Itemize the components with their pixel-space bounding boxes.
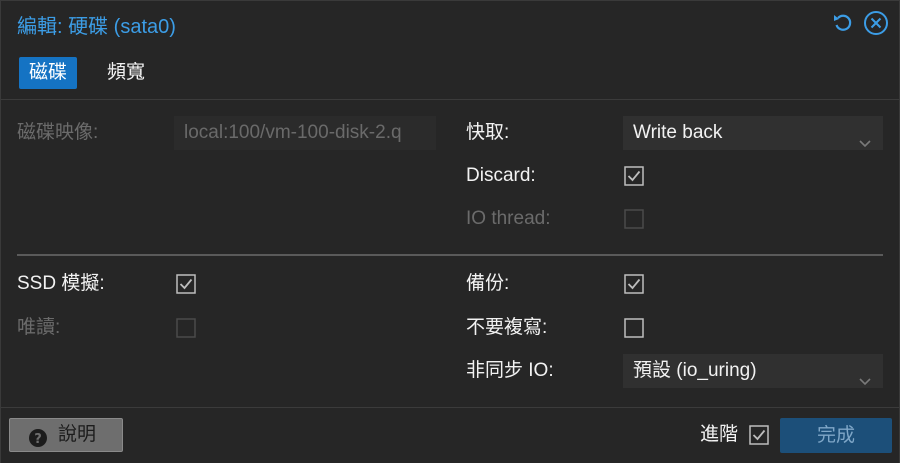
chevron-down-icon — [859, 127, 871, 148]
disk-image-label: 磁碟映像: — [17, 122, 99, 143]
read-only-checkbox[interactable] — [176, 318, 196, 338]
help-button[interactable]: ? 說明 — [9, 418, 123, 452]
ssd-emulation-checkbox[interactable] — [176, 274, 196, 294]
question-circle-icon: ? — [29, 426, 47, 447]
cache-select-value: Write back — [633, 122, 723, 143]
section-divider — [17, 254, 883, 256]
cache-label: 快取: — [466, 122, 510, 143]
chevron-down-icon — [859, 365, 871, 386]
edit-disk-dialog: 編輯: 硬碟 (sata0) 磁碟 頻寬 磁碟映像: local:100/vm-… — [0, 0, 900, 463]
io-thread-label: IO thread: — [466, 208, 551, 229]
ssd-emulation-label: SSD 模擬: — [17, 273, 105, 294]
async-io-select[interactable]: 預設 (io_uring) — [623, 354, 883, 388]
async-io-select-value: 預設 (io_uring) — [633, 360, 757, 381]
discard-checkbox[interactable] — [624, 166, 644, 186]
svg-text:?: ? — [34, 432, 42, 447]
reset-icon[interactable] — [830, 10, 856, 36]
skip-replication-label: 不要複寫: — [466, 317, 548, 338]
tab-bar: 磁碟 頻寬 — [1, 47, 899, 100]
ok-button[interactable]: 完成 — [780, 418, 892, 453]
io-thread-checkbox[interactable] — [624, 209, 644, 229]
advanced-checkbox[interactable] — [749, 425, 769, 445]
cache-select[interactable]: Write back — [623, 116, 883, 150]
backup-label: 備份: — [466, 273, 510, 294]
disk-image-field: local:100/vm-100-disk-2.q — [174, 116, 436, 150]
title-bar: 編輯: 硬碟 (sata0) — [1, 1, 899, 47]
backup-checkbox[interactable] — [624, 274, 644, 294]
tab-disk[interactable]: 磁碟 — [19, 57, 78, 89]
advanced-label: 進階 — [700, 424, 739, 445]
tab-bandwidth[interactable]: 頻寬 — [97, 57, 155, 89]
dialog-footer: ? 說明 進階 完成 — [1, 407, 899, 463]
async-io-label: 非同步 IO: — [466, 360, 554, 381]
dialog-title: 編輯: 硬碟 (sata0) — [17, 16, 176, 38]
help-button-label: 說明 — [58, 424, 97, 445]
read-only-label: 唯讀: — [17, 317, 61, 338]
skip-replication-checkbox[interactable] — [624, 318, 644, 338]
discard-label: Discard: — [466, 165, 536, 186]
form-panel: 磁碟映像: local:100/vm-100-disk-2.q 快取: Writ… — [1, 101, 899, 407]
close-icon[interactable] — [863, 10, 889, 36]
